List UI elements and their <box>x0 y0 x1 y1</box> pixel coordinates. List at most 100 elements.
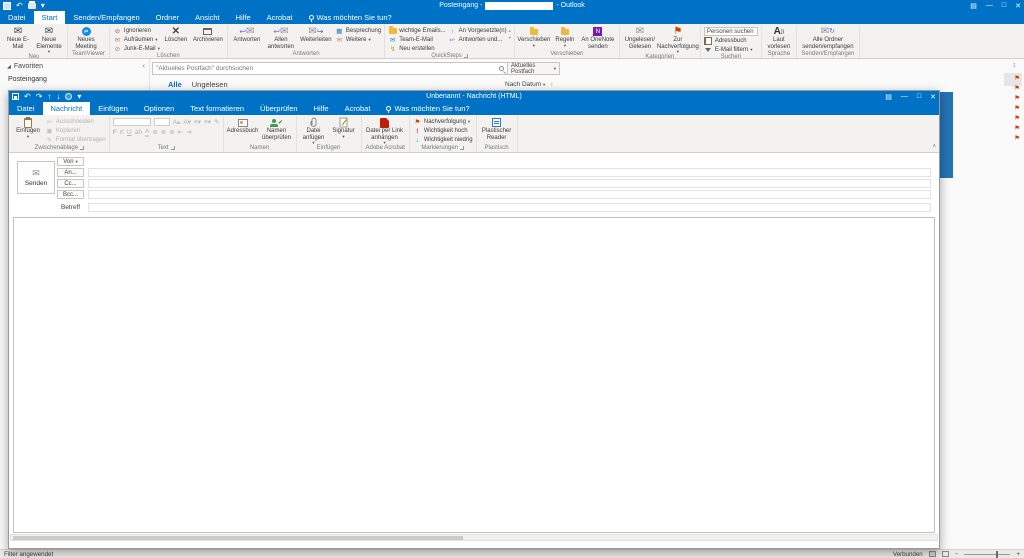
cc-field[interactable] <box>88 179 931 188</box>
font-size-box[interactable] <box>154 118 170 126</box>
ignore-button[interactable]: ⊘ Ignorieren <box>113 27 160 35</box>
tell-me-box[interactable]: Was möchten Sie tun? <box>378 102 477 115</box>
cc-button[interactable]: Cc... <box>57 179 84 188</box>
move-button[interactable]: Verschieben ▾ <box>518 25 550 48</box>
tab-start[interactable]: Start <box>34 11 66 24</box>
tab-datei[interactable]: Datei <box>9 102 43 115</box>
message-flag-icon[interactable]: ⚑ <box>1014 126 1020 133</box>
undo-icon[interactable]: ↶ <box>16 2 23 10</box>
quicksteps-dialog-launcher[interactable] <box>464 54 468 58</box>
message-flag-icon[interactable]: ⚑ <box>1014 106 1020 113</box>
quickstep-to-manager[interactable]: ↑ An Vorgesetzte(n) <box>448 27 507 35</box>
tab-senden-empfangen[interactable]: Senden/Empfangen <box>65 11 147 24</box>
address-book-button[interactable]: Adressbuch <box>704 37 758 45</box>
close-icon[interactable]: ✕ <box>1015 2 1021 10</box>
clipboard-dialog-launcher[interactable] <box>80 146 84 150</box>
indent-decrease-icon[interactable]: ⇤ <box>178 129 183 136</box>
horizontal-scrollbar[interactable] <box>10 534 938 541</box>
list-sort-icon[interactable]: ↕ <box>1013 62 1017 69</box>
signature-button[interactable]: Signatur ▾ <box>330 116 358 139</box>
message-flag-icon[interactable]: ⚑ <box>1014 86 1020 93</box>
maximize-icon[interactable]: □ <box>1002 2 1006 9</box>
normal-view-icon[interactable] <box>929 551 936 557</box>
folder-pane-collapse-icon[interactable]: ‹ <box>143 63 145 70</box>
font-name-box[interactable] <box>113 118 151 126</box>
underline-button[interactable]: U <box>127 129 132 136</box>
favorites-header[interactable]: ◢ Favoriten <box>0 59 149 70</box>
meeting-button[interactable]: ▦ Besprechung <box>335 27 381 35</box>
numbered-list-icon[interactable]: ≡▾ <box>204 119 211 126</box>
sort-direction-icon[interactable]: ↑ <box>550 81 553 88</box>
next-item-icon[interactable]: ↓ <box>56 93 60 101</box>
search-scope-dropdown[interactable]: Aktuelles Postfach ▾ <box>508 62 560 75</box>
attach-file-button[interactable]: Datei anfügen ▾ <box>300 116 328 145</box>
format-painter-button[interactable]: ✎ Format übertragen <box>45 136 106 144</box>
message-flag-icon[interactable]: ⚑ <box>1014 116 1020 123</box>
tab-hilfe[interactable]: Hilfe <box>228 11 259 24</box>
send-receive-all-button[interactable]: ✉↻ Alle Ordner senden/empfangen <box>800 25 856 50</box>
minimize-icon[interactable]: — <box>986 2 993 9</box>
reply-all-button[interactable]: ↩✉ Allen antworten <box>265 25 297 50</box>
archive-button[interactable]: Archivieren <box>192 25 224 44</box>
zoom-slider-thumb[interactable] <box>996 551 998 558</box>
quickstep-team-email[interactable]: ✉ Team-E-Mail <box>388 36 445 44</box>
qat-customize-icon[interactable]: ▾ <box>41 2 45 10</box>
maximize-icon[interactable]: □ <box>917 93 921 100</box>
message-flag-icon[interactable]: ⚑ <box>1014 76 1020 83</box>
zoom-out-icon[interactable]: − <box>955 551 959 558</box>
redo-icon[interactable]: ↷ <box>36 93 43 101</box>
qat-customize-icon[interactable]: ▾ <box>77 93 81 101</box>
collapse-ribbon-icon[interactable]: ˄ <box>932 144 936 150</box>
follow-up-button[interactable]: ⚑ Nachverfolgung▾ <box>413 118 473 126</box>
bold-button[interactable]: F <box>113 129 117 136</box>
bullet-list-icon[interactable]: ≡▾ <box>194 119 201 126</box>
check-names-button[interactable]: ✔ Namen überprüfen <box>261 116 293 141</box>
previous-item-icon[interactable]: ↑ <box>47 93 51 101</box>
new-meeting-button[interactable]: ⇄ Neues Meeting <box>71 25 101 50</box>
to-button[interactable]: An... <box>57 168 84 177</box>
grow-font-icon[interactable]: A▴ <box>173 119 181 126</box>
outlook-app-icon[interactable] <box>3 2 11 10</box>
low-importance-button[interactable]: ↓ Wichtigkeit niedrig <box>413 136 473 144</box>
tab-acrobat[interactable]: Acrobat <box>259 11 301 24</box>
high-importance-button[interactable]: ! Wichtigkeit hoch <box>413 127 473 135</box>
font-color-button[interactable]: A <box>145 128 149 137</box>
align-right-icon[interactable]: ≣ <box>169 129 174 136</box>
onenote-button[interactable]: N An OneNote senden <box>580 25 616 50</box>
selected-message-strip[interactable] <box>940 92 953 178</box>
quickstep-important-mails[interactable]: wichtige Emails... <box>388 27 445 35</box>
indent-increase-icon[interactable]: ⇥ <box>186 129 191 136</box>
tab-hilfe[interactable]: Hilfe <box>306 102 337 115</box>
tab-ueberpruefen[interactable]: Überprüfen <box>252 102 306 115</box>
print-icon[interactable] <box>28 3 36 9</box>
quickstep-create-new[interactable]: ↯ Neu erstellen <box>388 45 445 53</box>
tags-dialog-launcher[interactable] <box>460 146 464 150</box>
tab-alle[interactable]: Alle <box>168 80 182 89</box>
save-icon[interactable] <box>12 93 19 100</box>
message-flag-icon[interactable]: ⚑ <box>1014 96 1020 103</box>
globe-icon[interactable] <box>65 93 72 100</box>
send-button[interactable]: ✉ Senden <box>17 161 55 194</box>
sort-by-dropdown[interactable]: Nach Datum ▾ <box>505 81 545 88</box>
paste-button[interactable]: Einfügen ▾ <box>13 116 43 139</box>
shrink-font-icon[interactable]: A▾ <box>183 119 191 126</box>
message-body[interactable] <box>13 217 935 533</box>
find-people-box[interactable]: Personen suchen <box>704 27 758 36</box>
align-left-icon[interactable]: ≣ <box>152 129 157 136</box>
zoom-in-icon[interactable]: + <box>1016 551 1020 558</box>
tab-einfuegen[interactable]: Einfügen <box>90 102 136 115</box>
rules-button[interactable]: Regeln ▾ <box>552 25 578 48</box>
quicksteps-scroll-up-icon[interactable]: ▴ <box>509 28 511 34</box>
junk-button[interactable]: ⊘ Junk-E-Mail▾ <box>113 45 160 53</box>
align-center-icon[interactable]: ≣ <box>161 129 166 136</box>
ribbon-options-icon[interactable]: ▤ <box>885 93 892 101</box>
quickstep-reply-delete[interactable]: ↩ Antworten und... <box>448 36 507 44</box>
undo-icon[interactable]: ↶ <box>24 93 31 101</box>
delete-button[interactable]: ✕ Löschen <box>162 25 190 44</box>
unread-read-button[interactable]: ✉ Ungelesen/ Gelesen <box>623 25 657 50</box>
tab-text-formatieren[interactable]: Text formatieren <box>182 102 252 115</box>
attach-via-link-button[interactable]: Datei per Link anhängen ▾ <box>365 116 405 145</box>
tab-ungelesen[interactable]: Ungelesen <box>192 80 228 89</box>
read-aloud-button[interactable]: A)) Laut vorlesen <box>765 25 793 50</box>
highlight-button[interactable]: ab <box>135 129 142 136</box>
